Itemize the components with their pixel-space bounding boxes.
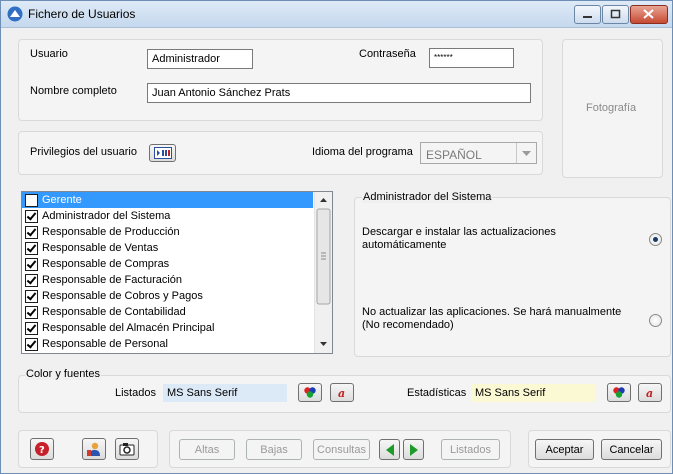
cancelar-button[interactable]: Cancelar: [601, 439, 662, 460]
svg-text:a: a: [338, 387, 345, 398]
window-title: Fichero de Usuarios: [28, 7, 136, 21]
role-label: Responsable del Almacén Principal: [42, 322, 215, 334]
password-label: Contraseña: [359, 48, 416, 60]
maximize-icon: [610, 9, 621, 19]
aceptar-button[interactable]: Aceptar: [535, 439, 594, 460]
role-label: Responsable de Contabilidad: [42, 306, 186, 318]
listados-button[interactable]: Listados: [441, 439, 500, 460]
role-list-item[interactable]: Responsable de Producción: [22, 224, 313, 240]
role-list-item[interactable]: Administrador del Sistema: [22, 208, 313, 224]
listados-font-display: MS Sans Serif: [163, 384, 287, 402]
previous-button[interactable]: [379, 439, 400, 460]
bajas-button[interactable]: Bajas: [246, 439, 302, 460]
role-checkbox[interactable]: [25, 225, 38, 239]
role-checkbox[interactable]: [25, 273, 38, 287]
fonts-title: Color y fuentes: [25, 368, 101, 380]
camera-button[interactable]: [115, 438, 139, 460]
close-icon: [643, 9, 654, 19]
admin-option1-line1: Descargar e instalar las actualizaciones: [362, 226, 556, 238]
role-label: Administrador del Sistema: [42, 210, 171, 222]
privileges-label: Privilegios del usuario: [30, 146, 137, 158]
role-label: Responsable de Producción: [42, 226, 180, 238]
user-file-window: Fichero de Usuarios Usuario Administrado…: [0, 0, 673, 474]
manual-update-radio[interactable]: [649, 314, 662, 327]
user-icon: [87, 442, 100, 456]
idioma-select[interactable]: ESPAÑOL: [420, 142, 537, 164]
role-label: Responsable de Facturación: [42, 274, 183, 286]
font-icon: a: [646, 387, 653, 398]
role-checkbox[interactable]: [25, 289, 38, 303]
photo-label: Fotografía: [586, 102, 637, 114]
listados-label: Listados: [115, 387, 156, 399]
user-photo-button[interactable]: [82, 438, 106, 460]
role-list-item[interactable]: Responsable del Almacén Principal: [22, 320, 313, 336]
role-checkbox[interactable]: [25, 337, 38, 351]
auto-update-radio[interactable]: [649, 233, 662, 246]
admin-title: Administrador del Sistema: [362, 191, 493, 203]
admin-option2-line2: (No recomendado): [362, 319, 454, 331]
arrow-right-icon: [409, 443, 418, 456]
scroll-down-icon: [320, 342, 327, 346]
next-button[interactable]: [403, 439, 424, 460]
role-checkbox[interactable]: [25, 209, 38, 223]
consultas-button[interactable]: Consultas: [313, 439, 370, 460]
help-button[interactable]: ?: [30, 438, 54, 460]
role-checkbox[interactable]: [25, 321, 38, 335]
svg-text:?: ?: [39, 445, 45, 456]
estadisticas-font-display: MS Sans Serif: [471, 384, 595, 402]
role-checkbox[interactable]: [25, 305, 38, 319]
role-list-item[interactable]: Responsable de Contabilidad: [22, 304, 313, 320]
role-checkbox[interactable]: [25, 241, 38, 255]
app-icon: [7, 6, 23, 22]
role-list-item[interactable]: Responsable de Ventas: [22, 240, 313, 256]
role-label: Gerente: [42, 194, 82, 206]
role-label: Responsable de Compras: [42, 258, 170, 270]
color-palette-icon: [613, 387, 625, 398]
estadisticas-label: Estadísticas: [407, 387, 467, 399]
password-field[interactable]: ******: [429, 48, 514, 68]
scroll-up-icon: [320, 198, 327, 202]
svg-text:a: a: [646, 387, 653, 398]
idioma-value: ESPAÑOL: [426, 148, 482, 162]
role-list-item[interactable]: Responsable de Personal: [22, 336, 313, 352]
nombre-field[interactable]: Juan Antonio Sánchez Prats: [147, 83, 531, 103]
dropdown-arrow-icon[interactable]: [516, 143, 536, 163]
admin-panel: [354, 197, 671, 357]
help-icon: ?: [35, 442, 49, 456]
privileges-button[interactable]: [149, 144, 176, 162]
listados-font-button[interactable]: a: [330, 383, 354, 402]
role-label: Responsable de Personal: [42, 338, 168, 350]
color-palette-icon: [304, 387, 316, 398]
role-label: Responsable de Ventas: [42, 242, 159, 254]
role-list-item[interactable]: Responsable de Cobros y Pagos: [22, 288, 313, 304]
roles-scrollbar[interactable]: [314, 192, 332, 353]
roles-list[interactable]: Gerente Administrador del Sistema Responsa…: [21, 191, 333, 354]
maximize-button[interactable]: [602, 5, 629, 24]
usuario-label: Usuario: [30, 48, 68, 60]
admin-option2-line1: No actualizar las aplicaciones. Se hará …: [362, 306, 622, 318]
minimize-icon: [583, 16, 592, 18]
listados-color-button[interactable]: [298, 383, 322, 402]
idioma-label: Idioma del programa: [312, 146, 413, 158]
role-checkbox[interactable]: [25, 193, 38, 207]
altas-button[interactable]: Altas: [179, 439, 235, 460]
role-label: Responsable de Cobros y Pagos: [42, 290, 203, 302]
estadisticas-color-button[interactable]: [607, 383, 631, 402]
usuario-field[interactable]: Administrador: [147, 49, 253, 69]
nombre-label: Nombre completo: [30, 85, 117, 97]
admin-option1-line2: automáticamente: [362, 239, 447, 251]
close-button[interactable]: [630, 5, 668, 24]
role-list-item[interactable]: Responsable de Compras: [22, 256, 313, 272]
estadisticas-font-button[interactable]: a: [638, 383, 662, 402]
privileges-icon: [153, 147, 172, 159]
role-checkbox[interactable]: [25, 257, 38, 271]
camera-icon: [119, 443, 135, 456]
font-icon: a: [338, 387, 345, 398]
arrow-left-icon: [385, 443, 394, 456]
role-list-item[interactable]: Gerente: [22, 192, 313, 208]
title-bar: Fichero de Usuarios: [1, 1, 672, 28]
role-list-item[interactable]: Responsable de Facturación: [22, 272, 313, 288]
minimize-button[interactable]: [574, 5, 601, 24]
